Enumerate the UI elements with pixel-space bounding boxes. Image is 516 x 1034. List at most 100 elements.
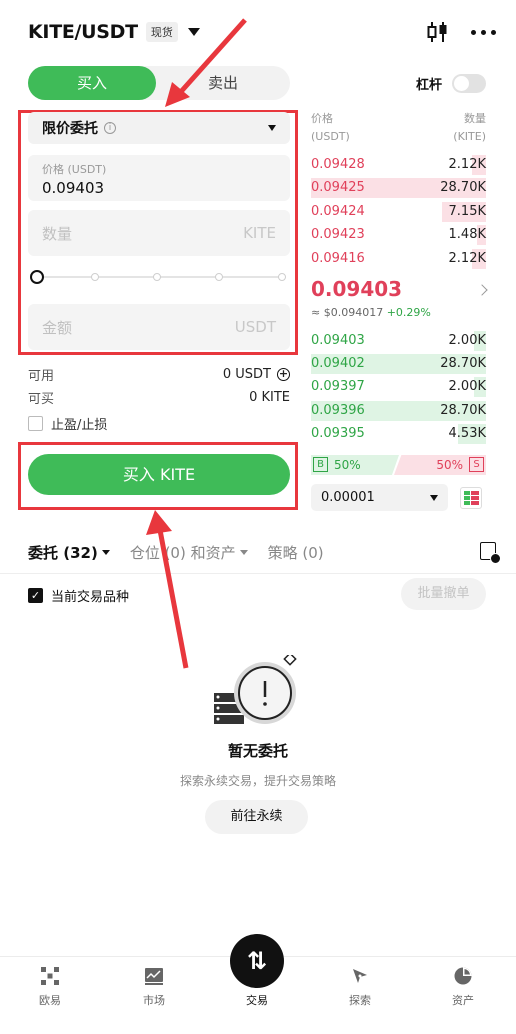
slider-tick[interactable]: [278, 273, 286, 281]
slider-handle[interactable]: [30, 270, 44, 284]
amount-slider[interactable]: [30, 270, 288, 284]
buy-tab[interactable]: 买入: [28, 66, 156, 100]
chevron-down-icon: [430, 494, 438, 501]
ask-row[interactable]: 0.09425 28.70K: [311, 178, 486, 198]
bid-row[interactable]: 0.09396 28.70K: [311, 401, 486, 421]
ask-qty: 1.48K: [448, 227, 486, 242]
available-label: 可用: [28, 369, 55, 384]
quantity-input[interactable]: 数量 KITE: [28, 210, 290, 256]
nav-trade[interactable]: 交易: [222, 962, 292, 1008]
nav-home-label: 欧易: [39, 994, 61, 1007]
last-price[interactable]: 0.09403: [311, 277, 402, 301]
ask-price: 0.09428: [311, 157, 365, 172]
amount-input[interactable]: 金额 USDT: [28, 304, 290, 350]
market-chart-icon: [145, 968, 163, 985]
buyable-value: 0 KITE: [249, 390, 290, 405]
nav-discover[interactable]: 探索: [325, 962, 395, 1008]
bid-price: 0.09395: [311, 426, 365, 441]
bid-qty: 2.00K: [448, 333, 486, 348]
tab-orders[interactable]: 委托 (32): [28, 542, 110, 563]
nav-trade-spacer: [247, 966, 267, 986]
available-value: 0 USDT: [222, 367, 271, 382]
slider-tick[interactable]: [215, 273, 223, 281]
buyable-row: 可买 0 KITE: [28, 388, 290, 407]
empty-orders-illustration: [214, 655, 297, 724]
precision-value: 0.00001: [321, 490, 375, 505]
bid-qty: 2.00K: [448, 379, 486, 394]
sell-tab[interactable]: 卖出: [156, 66, 290, 100]
bid-qty: 4.53K: [448, 426, 486, 441]
bid-row[interactable]: 0.09395 4.53K: [311, 424, 486, 444]
ask-qty: 28.70K: [440, 180, 486, 195]
compass-icon: [353, 969, 367, 983]
order-type-select[interactable]: 限价委托 i: [28, 112, 290, 144]
bid-row[interactable]: 0.09402 28.70K: [311, 354, 486, 374]
bid-price: 0.09403: [311, 333, 365, 348]
precision-select[interactable]: 0.00001: [311, 484, 448, 511]
price-input[interactable]: 价格 (USDT) 0.09403: [28, 155, 290, 201]
ask-price: 0.09423: [311, 227, 365, 242]
ask-qty: 2.12K: [448, 157, 486, 172]
current-pair-checkbox[interactable]: ✓ 当前交易品种: [28, 586, 129, 605]
ask-qty: 7.15K: [448, 204, 486, 219]
chevron-right-icon[interactable]: [476, 284, 488, 296]
ask-qty: 2.12K: [448, 251, 486, 266]
order-history-icon[interactable]: [480, 542, 501, 564]
orders-tabs: 委托 (32) 仓位 (0) 和资产 策略 (0): [28, 540, 501, 564]
tab-positions[interactable]: 仓位 (0) 和资产: [130, 542, 248, 563]
ask-price: 0.09425: [311, 180, 365, 195]
leverage-toggle[interactable]: [452, 74, 486, 93]
amount-placeholder: 金额: [42, 318, 73, 337]
price-value: 0.09403: [42, 179, 105, 197]
go-perpetual-button[interactable]: 前往永续: [205, 800, 308, 834]
fiat-price-row: ≈ $0.094017 +0.29%: [311, 306, 431, 319]
slider-tick[interactable]: [91, 273, 99, 281]
ask-row[interactable]: 0.09424 7.15K: [311, 202, 486, 222]
price-label: 价格 (USDT): [42, 163, 107, 176]
nav-markets[interactable]: 市场: [119, 962, 189, 1008]
slider-tick[interactable]: [153, 273, 161, 281]
pair-caret-icon[interactable]: [187, 28, 200, 36]
candlestick-chart-icon[interactable]: [427, 20, 449, 44]
bid-price: 0.09396: [311, 403, 365, 418]
info-icon[interactable]: i: [104, 122, 116, 134]
ask-row[interactable]: 0.09428 2.12K: [311, 155, 486, 175]
tab-strategies[interactable]: 策略 (0): [268, 542, 324, 563]
more-icon[interactable]: [471, 29, 496, 35]
nav-home[interactable]: 欧易: [15, 962, 85, 1008]
pie-chart-icon: [454, 967, 472, 985]
batch-cancel-button[interactable]: 批量撤单: [401, 578, 486, 610]
bid-price: 0.09397: [311, 379, 365, 394]
checkbox-icon: [28, 416, 43, 431]
ask-row[interactable]: 0.09423 1.48K: [311, 225, 486, 245]
slider-track: [36, 276, 286, 278]
ask-row[interactable]: 0.09416 2.12K: [311, 249, 486, 269]
buy-sell-ratio: B 50% 50% S: [311, 455, 486, 475]
chevron-down-icon: [239, 549, 248, 555]
order-type-label: 限价委托: [42, 121, 98, 137]
nav-markets-label: 市场: [143, 994, 165, 1007]
amount-unit: USDT: [234, 318, 276, 336]
bid-row[interactable]: 0.09403 2.00K: [311, 331, 486, 351]
buy-ratio: 50%: [334, 458, 361, 472]
price-change: +0.29%: [386, 306, 431, 319]
quantity-unit: KITE: [243, 224, 276, 242]
divider: [0, 573, 516, 574]
header: KITE/USDT 现货: [28, 14, 496, 50]
buyable-label: 可买: [28, 392, 55, 407]
sell-ratio: 50%: [436, 458, 463, 472]
bid-row[interactable]: 0.09397 2.00K: [311, 377, 486, 397]
bid-qty: 28.70K: [440, 356, 486, 371]
transfer-plus-icon[interactable]: +: [277, 368, 290, 381]
side-toggle: 买入 卖出: [28, 66, 290, 100]
tpsl-checkbox[interactable]: 止盈/止损: [28, 414, 107, 433]
nav-assets[interactable]: 资产: [428, 962, 498, 1008]
quantity-placeholder: 数量: [42, 224, 73, 243]
nav-discover-label: 探索: [349, 994, 371, 1007]
orderbook-header: 价格 (USDT) 数量 (KITE): [311, 110, 486, 143]
sell-letter-badge: S: [469, 457, 484, 472]
tab-positions-label: 仓位 (0) 和资产: [129, 543, 236, 562]
orderbook-layout-icon[interactable]: [460, 487, 482, 509]
buy-kite-button[interactable]: 买入 KITE: [28, 454, 290, 495]
pair-title[interactable]: KITE/USDT: [28, 21, 138, 43]
